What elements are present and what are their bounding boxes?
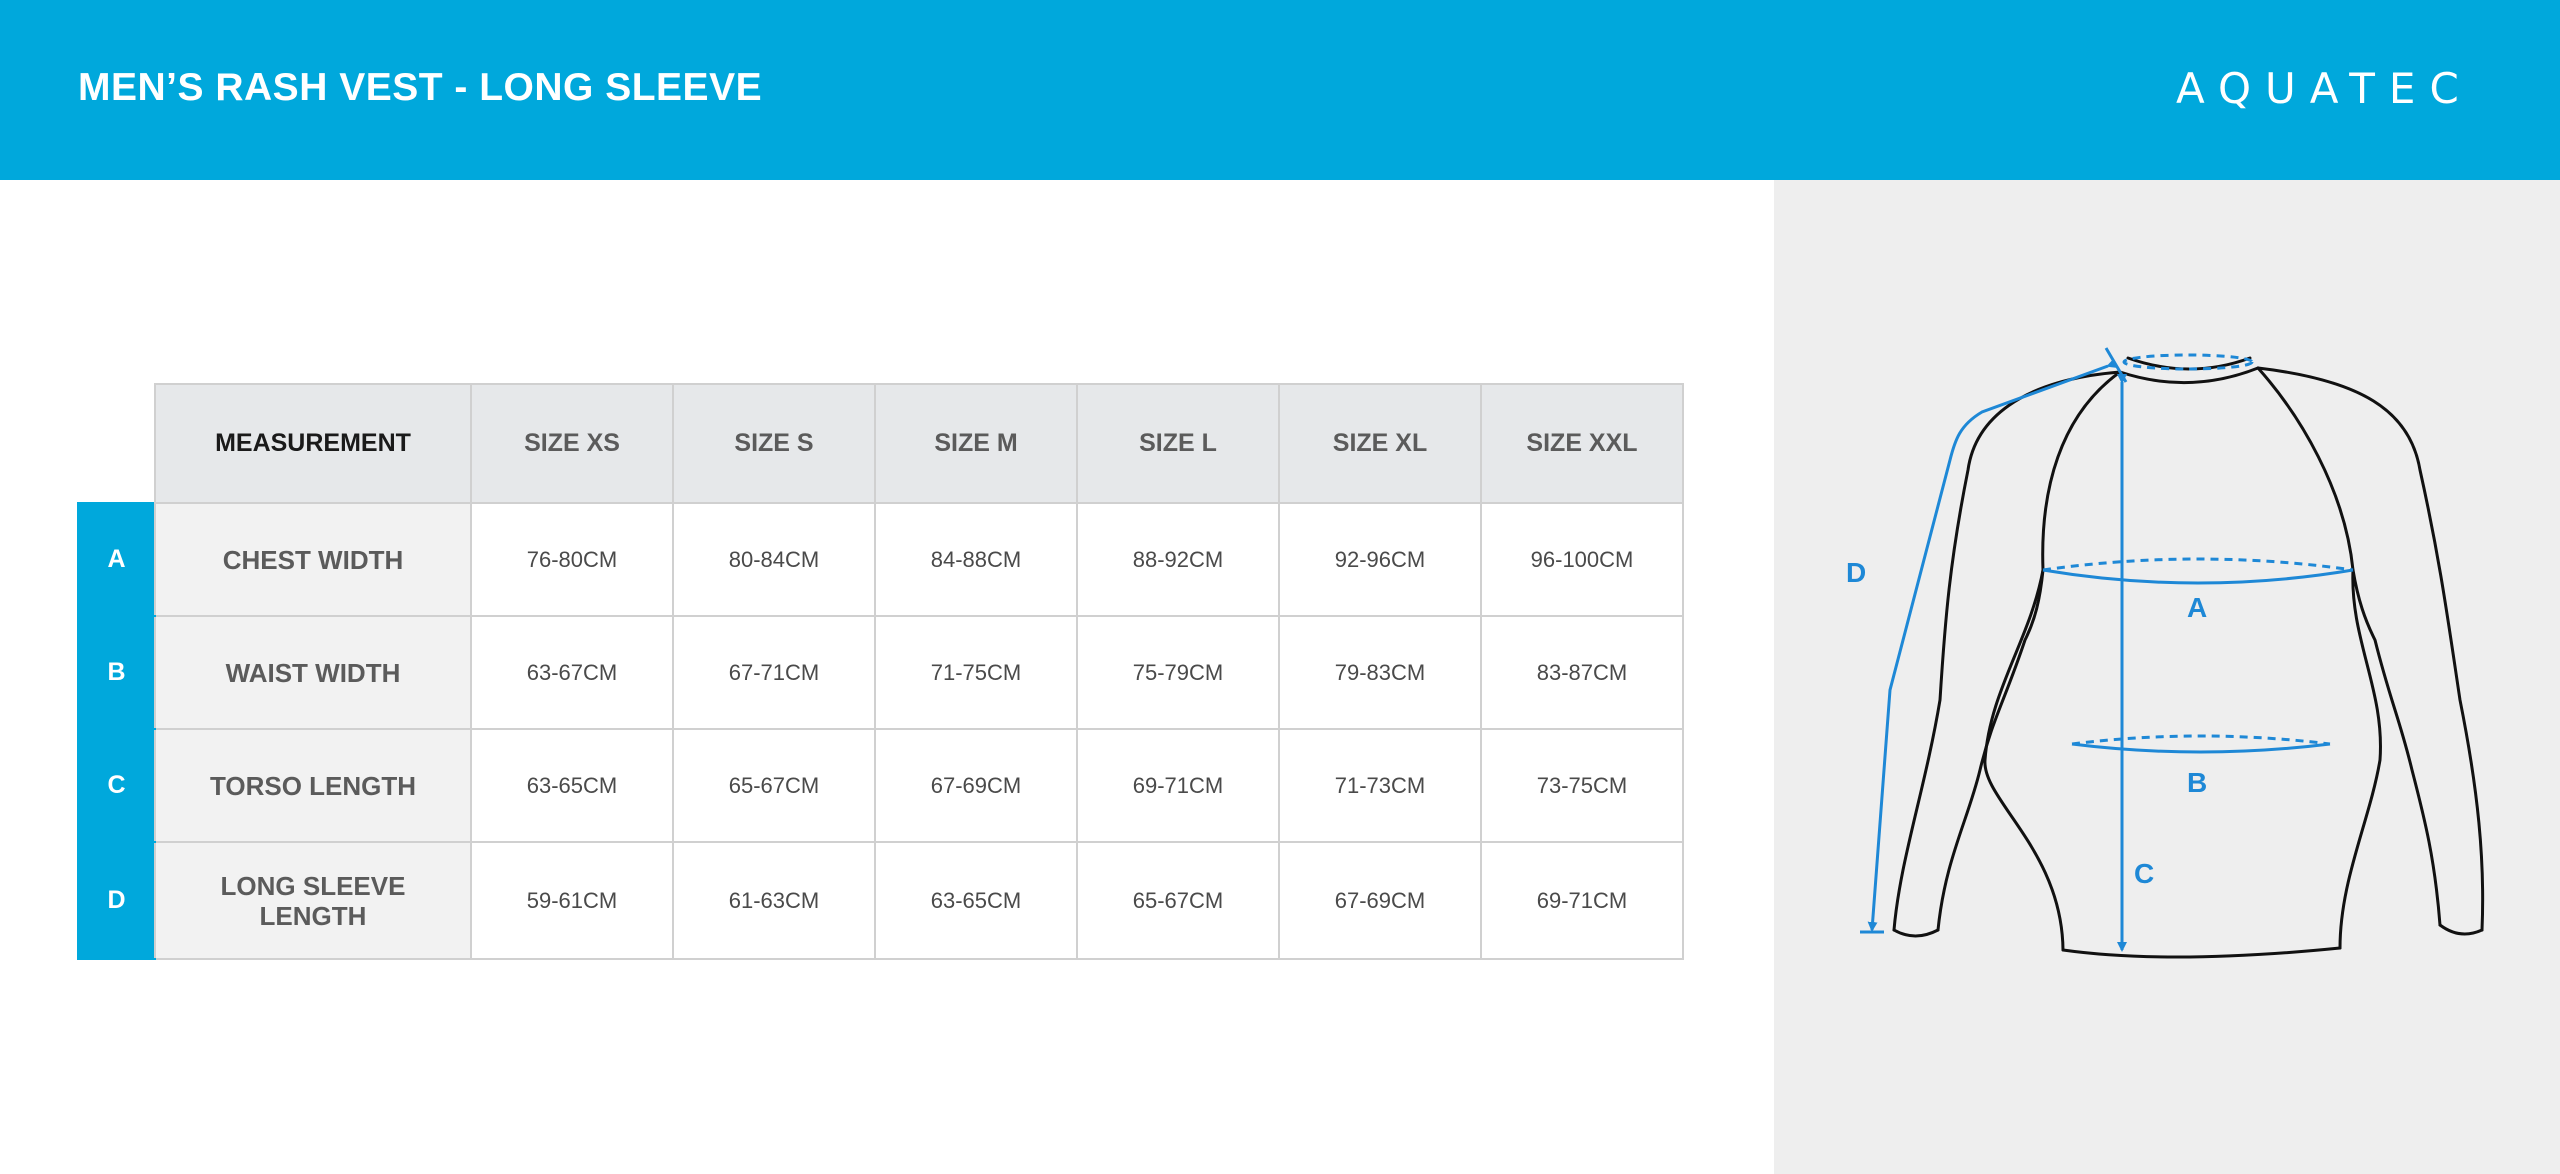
label-b: B	[2187, 767, 2207, 798]
table-cell: 75-79CM	[1076, 615, 1280, 730]
table-cell: 67-71CM	[672, 615, 876, 730]
table-cell: 63-65CM	[470, 728, 674, 843]
table-cell: 63-65CM	[874, 841, 1078, 960]
table-row: B WAIST WIDTH 63-67CM 67-71CM 71-75CM 75…	[77, 615, 1684, 730]
shirt-outline	[1892, 356, 2485, 959]
measurement-name: CHEST WIDTH	[154, 502, 472, 617]
table-cell: 65-67CM	[672, 728, 876, 843]
table-cell: 71-75CM	[874, 615, 1078, 730]
label-d: D	[1846, 557, 1866, 588]
table-cell: 83-87CM	[1480, 615, 1684, 730]
measurement-name: WAIST WIDTH	[154, 615, 472, 730]
row-letter-badge: B	[77, 615, 156, 730]
table-cell: 79-83CM	[1278, 615, 1482, 730]
header-size-l: SIZE L	[1076, 383, 1280, 504]
table-cell: 80-84CM	[672, 502, 876, 617]
header-bar: MEN’S RASH VEST - LONG SLEEVE AQUATEC	[0, 0, 2560, 180]
measurement-name: LONG SLEEVE LENGTH	[154, 841, 472, 960]
table-cell: 88-92CM	[1076, 502, 1280, 617]
rash-vest-diagram: A B C D	[1846, 347, 2485, 959]
table-cell: 76-80CM	[470, 502, 674, 617]
table-cell: 71-73CM	[1278, 728, 1482, 843]
table-cell: 67-69CM	[874, 728, 1078, 843]
table-cell: 67-69CM	[1278, 841, 1482, 960]
page-title: MEN’S RASH VEST - LONG SLEEVE	[78, 66, 763, 109]
table-row: D LONG SLEEVE LENGTH 59-61CM 61-63CM 63-…	[77, 841, 1684, 960]
table-row: A CHEST WIDTH 76-80CM 80-84CM 84-88CM 88…	[77, 502, 1684, 617]
table-cell: 96-100CM	[1480, 502, 1684, 617]
header-size-xl: SIZE XL	[1278, 383, 1482, 504]
size-chart-table: MEASUREMENT SIZE XS SIZE S SIZE M SIZE L…	[77, 383, 1684, 960]
table-cell: 69-71CM	[1076, 728, 1280, 843]
measurement-name: TORSO LENGTH	[154, 728, 472, 843]
row-letter-badge: D	[77, 841, 156, 960]
table-cell: 65-67CM	[1076, 841, 1280, 960]
table-cell: 73-75CM	[1480, 728, 1684, 843]
table-header-row: MEASUREMENT SIZE XS SIZE S SIZE M SIZE L…	[78, 383, 1684, 504]
row-letter-badge: A	[77, 502, 156, 617]
table-cell: 59-61CM	[470, 841, 674, 960]
table-cell: 63-67CM	[470, 615, 674, 730]
table-cell: 69-71CM	[1480, 841, 1684, 960]
table-row: C TORSO LENGTH 63-65CM 65-67CM 67-69CM 6…	[77, 728, 1684, 843]
label-a: A	[2187, 592, 2207, 623]
header-size-s: SIZE S	[672, 383, 876, 504]
header-measurement: MEASUREMENT	[154, 383, 472, 504]
table-cell: 84-88CM	[874, 502, 1078, 617]
header-size-xxl: SIZE XXL	[1480, 383, 1684, 504]
table-cell: 92-96CM	[1278, 502, 1482, 617]
table-corner	[78, 384, 155, 503]
brand-logo: AQUATEC	[2176, 64, 2473, 113]
row-letter-badge: C	[77, 728, 156, 843]
measurement-lines	[1860, 347, 2354, 952]
label-c: C	[2134, 858, 2154, 889]
table-cell: 61-63CM	[672, 841, 876, 960]
header-size-m: SIZE M	[874, 383, 1078, 504]
header-size-xs: SIZE XS	[470, 383, 674, 504]
